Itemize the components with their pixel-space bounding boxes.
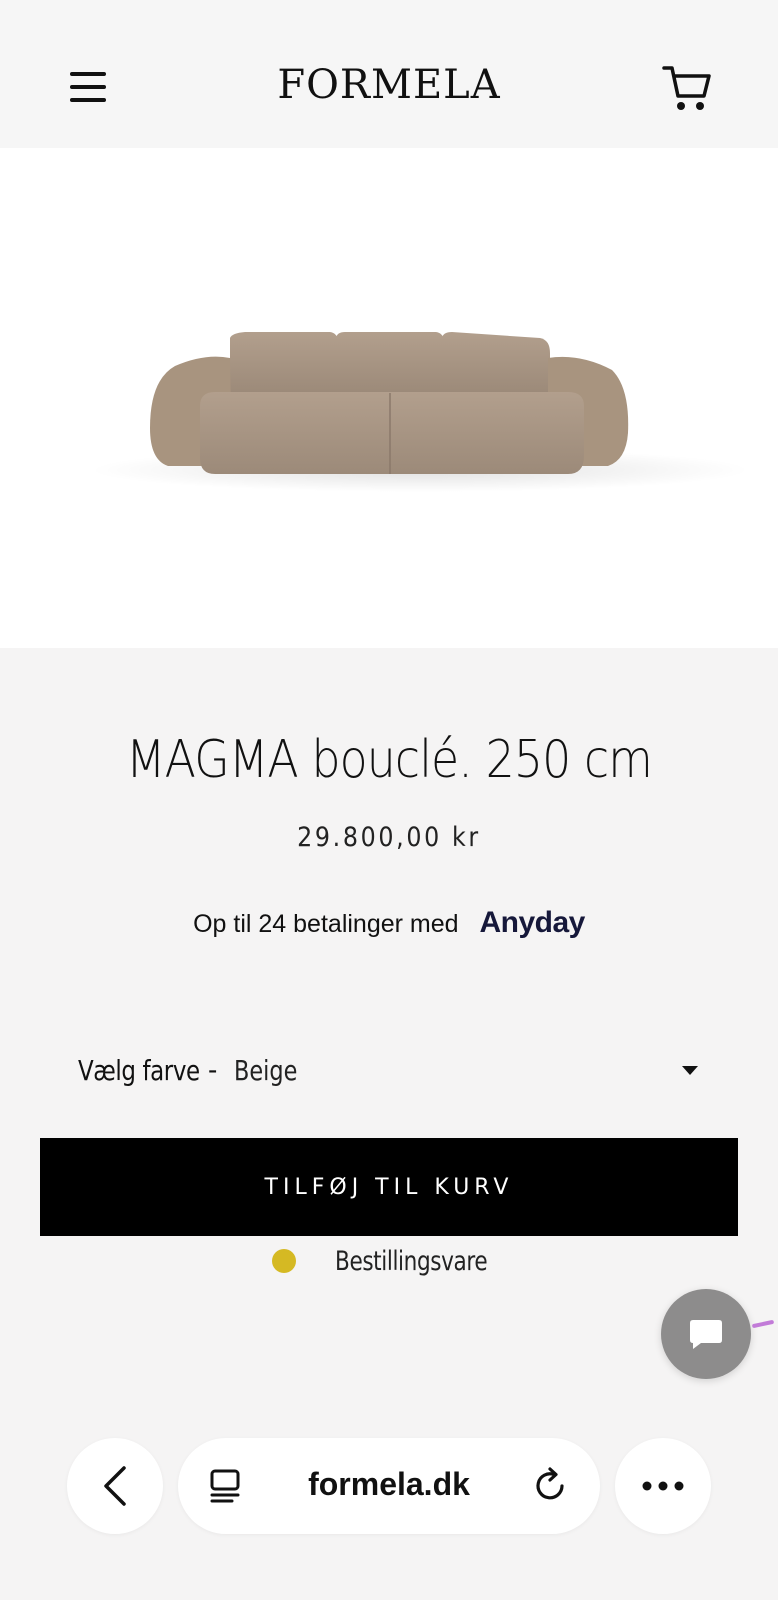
more-dots-icon [642, 1481, 684, 1491]
stock-status-text: Bestillingsvare [334, 1245, 488, 1277]
add-to-cart-button[interactable]: TILFØJ TIL KURV [40, 1138, 738, 1236]
financing-text: Op til 24 betalinger med [193, 910, 459, 938]
site-header: FORMELA [0, 0, 778, 148]
chevron-left-icon [104, 1466, 126, 1506]
reload-icon[interactable] [532, 1466, 570, 1504]
chat-accent-mark [751, 1319, 775, 1329]
anyday-logo: Anyday [479, 906, 586, 939]
more-options-button[interactable] [615, 1438, 711, 1534]
browser-toolbar: formela.dk [0, 1430, 778, 1550]
caret-down-icon [682, 1066, 698, 1075]
color-select-value: Beige [234, 1054, 298, 1087]
sofa-illustration [90, 332, 750, 492]
chat-bubble-icon [690, 1320, 722, 1349]
shopping-cart-icon[interactable] [662, 62, 712, 114]
product-image[interactable] [0, 148, 778, 648]
color-separator: - [208, 1054, 218, 1085]
color-select-label: Vælg farve [78, 1054, 200, 1087]
back-button[interactable] [67, 1438, 163, 1534]
financing-row[interactable]: Op til 24 betalinger med Anyday [0, 906, 778, 940]
chat-button[interactable] [661, 1289, 751, 1379]
color-select[interactable]: Vælg farve - Beige [78, 1054, 698, 1094]
stock-status-dot-icon [271, 1249, 296, 1273]
product-title: MAGMA bouclé. 250 cm [126, 730, 653, 790]
address-bar[interactable]: formela.dk [178, 1438, 600, 1534]
stock-status: Bestillingsvare [0, 1243, 778, 1279]
product-price: 29.800,00 kr [297, 822, 481, 853]
